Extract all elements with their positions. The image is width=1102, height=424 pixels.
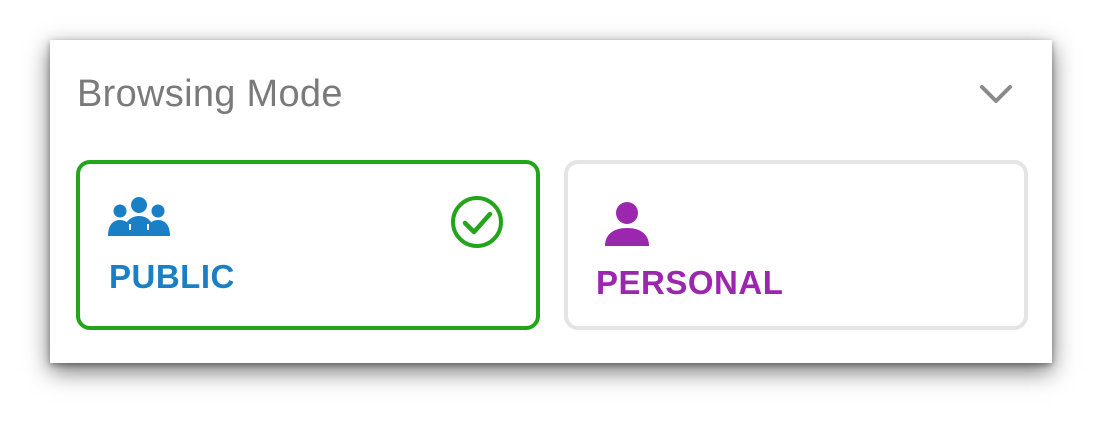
check-circle-icon bbox=[451, 196, 503, 248]
panel-title: Browsing Mode bbox=[77, 73, 343, 115]
personal-mode-option[interactable]: PERSONAL bbox=[564, 160, 1028, 330]
public-label: PUBLIC bbox=[109, 258, 235, 295]
browsing-mode-panel: Browsing Mode PUBLIC PERSONAL bbox=[50, 40, 1052, 363]
group-icon bbox=[108, 197, 170, 236]
person-icon bbox=[605, 202, 649, 246]
chevron-down-icon[interactable] bbox=[978, 82, 1014, 106]
panel-header[interactable]: Browsing Mode bbox=[50, 40, 1052, 150]
public-mode-option[interactable]: PUBLIC bbox=[76, 160, 540, 330]
personal-label: PERSONAL bbox=[596, 264, 784, 301]
